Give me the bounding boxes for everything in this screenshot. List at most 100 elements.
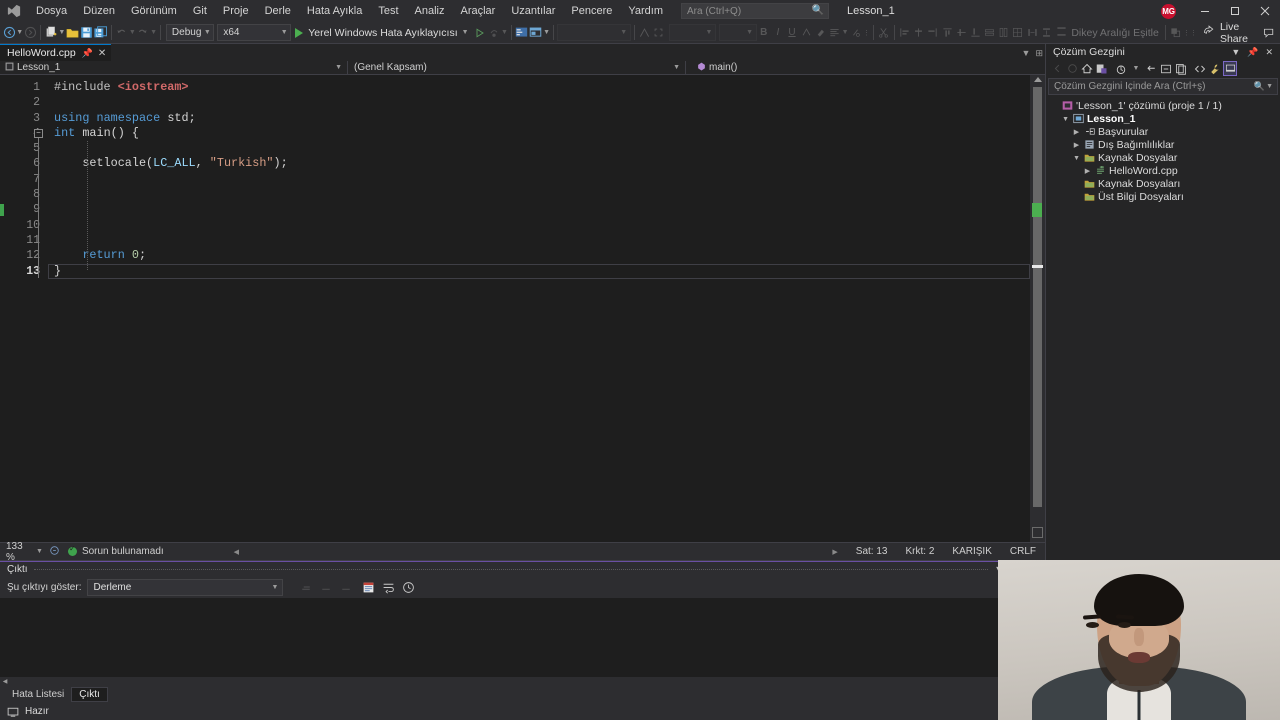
layout-dropdown-icon[interactable]: ▼	[543, 23, 550, 43]
code-line[interactable]	[48, 218, 1030, 233]
menu-analiz[interactable]: Analiz	[407, 0, 453, 22]
tree-item-3[interactable]: ▶ Dış Bağımlılıklar	[1046, 138, 1280, 151]
project-scope-combo[interactable]: Lesson_1 ▼	[0, 60, 348, 75]
scroll-bottom-box-icon[interactable]	[1032, 527, 1043, 538]
line-ending-label[interactable]: CRLF	[1001, 546, 1045, 557]
drag-handle[interactable]	[33, 568, 989, 570]
chevron-collapsed-icon[interactable]: ▶	[1071, 141, 1082, 149]
chevron-expanded-icon[interactable]: ▲	[1060, 115, 1071, 122]
next-issue-icon[interactable]: ▶	[823, 548, 846, 556]
fold-collapse-icon[interactable]: −	[34, 128, 43, 138]
platform-combo[interactable]: x64 ▼	[217, 24, 292, 41]
menu-pencere[interactable]: Pencere	[563, 0, 620, 22]
user-avatar[interactable]: MG	[1161, 3, 1176, 19]
menu-hata-ayikla[interactable]: Hata Ayıkla	[299, 0, 370, 22]
menu-duzen[interactable]: Düzen	[75, 0, 123, 22]
chevron-down-icon[interactable]: ▼	[1266, 83, 1273, 90]
method-combo[interactable]: main()	[686, 61, 1045, 75]
zoom-dropdown-icon[interactable]: ▼	[34, 548, 49, 555]
issue-nav-icon[interactable]	[49, 545, 60, 559]
font-combo[interactable]: ▼	[668, 24, 716, 41]
tree-item-5[interactable]: ▶ HelloWord.cpp	[1046, 164, 1280, 177]
code-view-icon[interactable]	[1193, 61, 1207, 76]
chevron-down-icon[interactable]: ▼	[1022, 48, 1031, 59]
scroll-up-arrow-icon[interactable]	[1034, 77, 1042, 82]
save-icon[interactable]	[80, 23, 94, 43]
prev-issue-icon[interactable]: ◀	[234, 548, 239, 556]
tree-item-2[interactable]: ▶ Başvurular	[1046, 125, 1280, 138]
encoding-label[interactable]: KARIŞIK	[943, 546, 1000, 557]
menu-yardim[interactable]: Yardım	[620, 0, 671, 22]
new-project-icon[interactable]	[44, 23, 58, 43]
sync-dropdown-icon[interactable]: ▼	[1129, 61, 1143, 76]
close-icon[interactable]: ✕	[98, 48, 106, 59]
output-source-combo[interactable]: Derleme ▼	[87, 578, 284, 596]
collapse-all-icon[interactable]	[1159, 61, 1173, 76]
code-line[interactable]: #include <iostream>	[48, 80, 1030, 95]
chevron-down-icon[interactable]: ▼	[1231, 47, 1240, 57]
menu-derle[interactable]: Derle	[257, 0, 299, 22]
menu-gorunum[interactable]: Görünüm	[123, 0, 185, 22]
new-project-dropdown-icon[interactable]: ▼	[58, 23, 65, 43]
code-line[interactable]	[48, 187, 1030, 202]
scroll-left-arrow-icon[interactable]: ◀	[0, 678, 10, 685]
home-icon[interactable]	[1080, 61, 1094, 76]
code-line[interactable]	[48, 172, 1030, 187]
toggle-wordwrap-icon[interactable]	[380, 578, 397, 596]
menu-dosya[interactable]: Dosya	[28, 0, 75, 22]
pin-icon[interactable]: 📌	[1247, 47, 1258, 58]
scrollbar-thumb[interactable]	[1033, 87, 1042, 507]
show-all-files-icon[interactable]	[1174, 61, 1188, 76]
pin-icon[interactable]: 📌	[82, 48, 93, 59]
code-line[interactable]: int main() {−	[34, 126, 1030, 278]
output-content[interactable]	[0, 598, 1045, 677]
tree-item-7[interactable]: Üst Bilgi Dosyaları	[1046, 190, 1280, 203]
tree-item-1[interactable]: ▲ Lesson_1	[1046, 112, 1280, 125]
code-content[interactable]: #include <iostream> using namespace std; i…	[34, 75, 1030, 542]
maximize-icon[interactable]	[1220, 0, 1250, 22]
feedback-icon[interactable]	[1262, 23, 1276, 43]
sync-icon[interactable]	[1114, 61, 1128, 76]
navigate-back-icon[interactable]	[2, 23, 16, 43]
chevron-expanded-icon[interactable]: ▲	[1071, 154, 1082, 161]
menu-proje[interactable]: Proje	[215, 0, 257, 22]
menu-test[interactable]: Test	[370, 0, 406, 22]
window-layout-icon[interactable]	[529, 23, 543, 43]
close-icon[interactable]: ✕	[1265, 47, 1273, 58]
start-without-debugging-icon[interactable]	[473, 23, 487, 43]
clear-output-icon[interactable]	[360, 578, 377, 596]
preview-icon[interactable]	[1223, 61, 1237, 76]
build-configuration-combo[interactable]: Debug ▼	[165, 24, 215, 41]
properties-wrench-icon[interactable]	[1208, 61, 1222, 76]
code-line[interactable]	[48, 233, 1030, 248]
chevron-collapsed-icon[interactable]: ▶	[1082, 167, 1093, 175]
member-scope-combo[interactable]: (Genel Kapsam) ▼	[348, 60, 686, 75]
pending-changes-icon[interactable]	[1095, 61, 1109, 76]
history-icon[interactable]	[400, 578, 417, 596]
open-file-icon[interactable]	[65, 23, 79, 43]
code-line[interactable]: setlocale(LC_ALL, "Turkish");	[48, 156, 1030, 171]
output-horizontal-scrollbar[interactable]: ◀	[0, 677, 1045, 686]
code-line[interactable]: return 0;	[48, 248, 1030, 263]
menu-git[interactable]: Git	[185, 0, 215, 22]
split-view-icon[interactable]: ⊞	[1035, 48, 1043, 59]
code-line[interactable]	[48, 202, 1030, 217]
style-combo[interactable]: ▼	[556, 24, 631, 41]
code-line[interactable]: using namespace std;	[48, 111, 1030, 126]
quick-launch-search[interactable]: 🔍	[681, 3, 829, 19]
close-icon[interactable]	[1250, 0, 1280, 22]
back-dropdown-icon[interactable]: ▼	[16, 23, 23, 43]
code-line[interactable]	[48, 95, 1030, 110]
code-editor[interactable]: 12345678910111213 #include <iostream>usi…	[0, 75, 1045, 542]
refresh-icon[interactable]	[1144, 61, 1158, 76]
tree-item-0[interactable]: 'Lesson_1' çözümü (proje 1 / 1)	[1046, 99, 1280, 112]
live-share-button[interactable]: Live Share	[1197, 22, 1262, 43]
tab-hata-listesi[interactable]: Hata Listesi	[5, 687, 71, 702]
search-input[interactable]	[682, 4, 808, 18]
font-size-combo[interactable]: ▼	[718, 24, 757, 41]
save-all-icon[interactable]	[94, 23, 108, 43]
solution-search-input[interactable]	[1049, 79, 1244, 94]
menu-araclar[interactable]: Araçlar	[453, 0, 504, 22]
start-debugging-button[interactable]: Yerel Windows Hata Ayıklayıcısı ▼	[291, 23, 472, 43]
menu-uzantilar[interactable]: Uzantılar	[503, 0, 563, 22]
